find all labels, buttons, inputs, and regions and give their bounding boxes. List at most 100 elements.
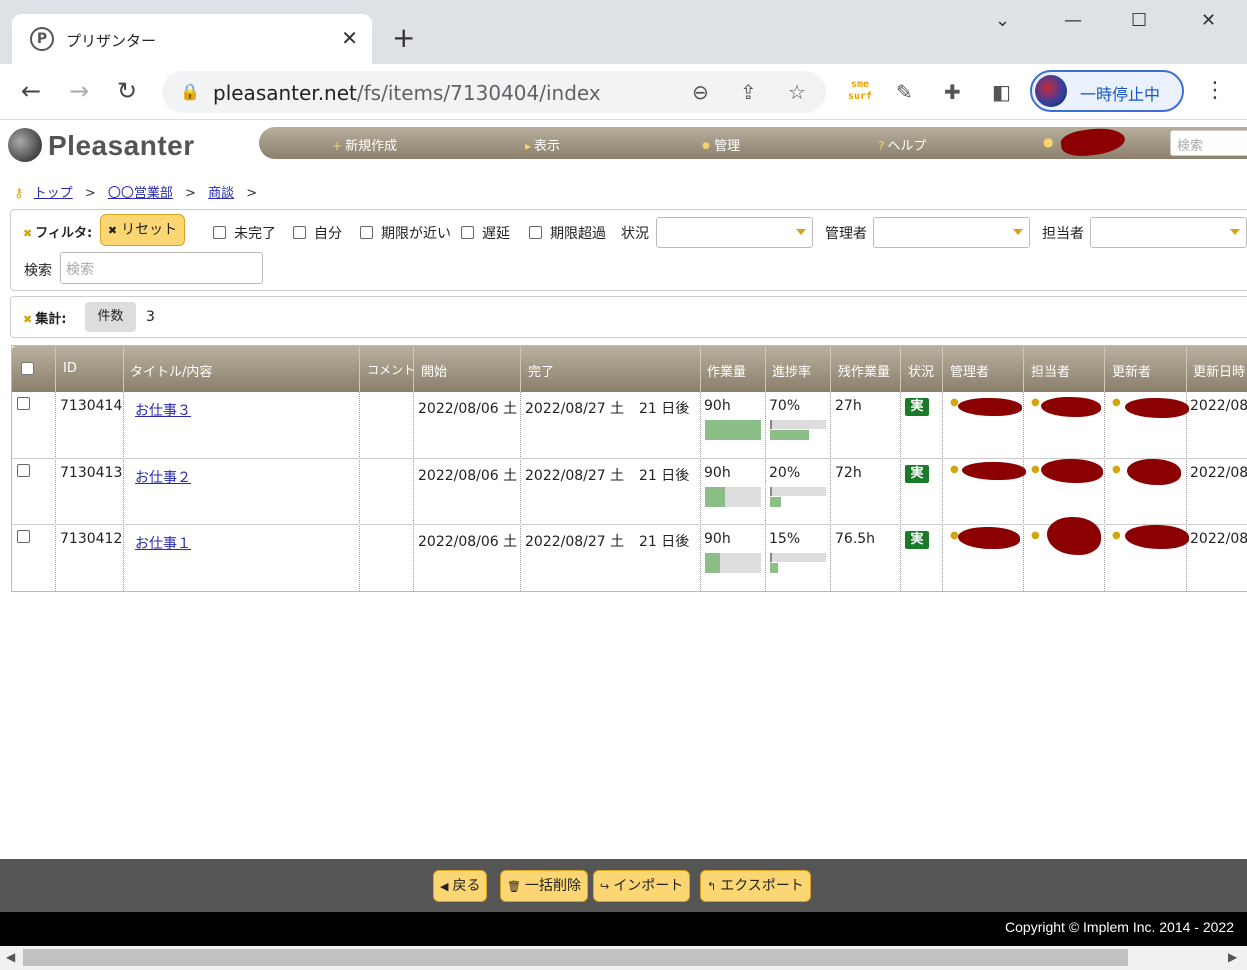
trash-icon: 🗑 bbox=[507, 880, 521, 893]
select-all-checkbox[interactable] bbox=[21, 362, 34, 375]
redacted-updater bbox=[1127, 459, 1181, 485]
status-select[interactable] bbox=[656, 217, 813, 248]
profile-button[interactable]: 一時停止中 bbox=[1030, 70, 1184, 112]
redacted-manager bbox=[958, 398, 1022, 416]
summary-label[interactable]: ✖ 集計: bbox=[23, 308, 66, 327]
back-arrow-icon[interactable]: ← bbox=[21, 78, 41, 104]
row-title[interactable]: お仕事３ bbox=[135, 400, 191, 420]
bulk-delete-label: 一括削除 bbox=[524, 878, 581, 894]
col-status[interactable]: 状況 bbox=[908, 361, 934, 380]
user-menu[interactable]: ● bbox=[1043, 135, 1056, 150]
plus-icon: + bbox=[332, 139, 343, 153]
notes-extension-icon[interactable]: ✎ bbox=[896, 80, 913, 104]
side-panel-icon[interactable]: ◧ bbox=[992, 80, 1011, 104]
filter-label[interactable]: ✖ フィルタ: bbox=[23, 222, 92, 241]
close-window-button[interactable]: ✕ bbox=[1201, 10, 1216, 31]
browser-tab[interactable]: P プリザンター ✕ bbox=[12, 14, 372, 64]
filter-near-deadline-label: 期限が近い bbox=[381, 226, 451, 242]
row-title-link[interactable]: お仕事２ bbox=[135, 470, 191, 486]
export-button[interactable]: ↰ エクスポート bbox=[700, 870, 811, 902]
reload-icon[interactable]: ↻ bbox=[117, 78, 137, 104]
col-remaining[interactable]: 残作業量 bbox=[838, 361, 890, 380]
bulk-delete-button[interactable]: 🗑 一括削除 bbox=[500, 870, 588, 902]
reset-x-icon: ✖ bbox=[107, 224, 118, 237]
checkbox[interactable] bbox=[360, 226, 373, 239]
url-omnibox[interactable]: 🔒 pleasanter.net/fs/items/7130404/index … bbox=[162, 71, 826, 113]
row-checkbox[interactable] bbox=[17, 530, 30, 543]
checkbox[interactable] bbox=[529, 226, 542, 239]
browser-menu-icon[interactable]: ⋮ bbox=[1204, 78, 1226, 103]
row-title[interactable]: お仕事１ bbox=[135, 533, 191, 553]
col-end[interactable]: 完了 bbox=[528, 361, 554, 380]
filter-overdue[interactable]: 期限超過 bbox=[529, 223, 606, 243]
header-divider bbox=[942, 346, 943, 392]
tab-search-chevron-icon[interactable]: ⌄ bbox=[995, 10, 1010, 31]
header-search-input[interactable]: 検索 bbox=[1170, 130, 1247, 156]
checkbox[interactable] bbox=[293, 226, 306, 239]
new-tab-button[interactable]: + bbox=[392, 22, 415, 54]
tab-close-icon[interactable]: ✕ bbox=[341, 26, 358, 50]
col-title[interactable]: タイトル/内容 bbox=[130, 361, 212, 380]
row-checkbox[interactable] bbox=[17, 397, 30, 410]
extensions-puzzle-icon[interactable]: ✚ bbox=[944, 80, 961, 104]
owner-select[interactable] bbox=[1090, 217, 1247, 248]
forward-arrow-icon[interactable]: → bbox=[69, 78, 89, 104]
table-row[interactable]: 7130413 お仕事２ 2022/08/06 土 2022/08/27 土 2… bbox=[12, 458, 1247, 524]
bookmark-star-icon[interactable]: ☆ bbox=[788, 80, 806, 104]
table-row[interactable]: 7130412 お仕事１ 2022/08/06 土 2022/08/27 土 2… bbox=[12, 517, 1247, 590]
menu-help[interactable]: ? ヘルプ bbox=[878, 135, 926, 154]
checkbox[interactable] bbox=[461, 226, 474, 239]
back-button[interactable]: ◀ 戻る bbox=[433, 870, 488, 902]
filter-mine[interactable]: 自分 bbox=[293, 223, 342, 243]
row-checkbox[interactable] bbox=[17, 464, 30, 477]
col-progress[interactable]: 進捗率 bbox=[772, 361, 811, 380]
menu-view[interactable]: ▸ 表示 bbox=[525, 135, 560, 154]
col-owner[interactable]: 担当者 bbox=[1031, 361, 1070, 380]
col-id[interactable]: ID bbox=[63, 361, 77, 376]
user-icon: ● bbox=[1031, 464, 1040, 475]
filter-delayed[interactable]: 遅延 bbox=[461, 223, 510, 243]
filter-overdue-label: 期限超過 bbox=[550, 226, 606, 242]
row-start: 2022/08/06 土 bbox=[418, 401, 518, 417]
row-title-link[interactable]: お仕事３ bbox=[135, 403, 191, 419]
col-updated-at[interactable]: 更新日時 bbox=[1193, 361, 1245, 380]
sme-surf-extension-icon[interactable]: sme surf bbox=[846, 79, 874, 105]
triangle-right-icon: ▸ bbox=[525, 139, 532, 153]
scroll-left-icon[interactable]: ◀ bbox=[6, 950, 15, 964]
filter-search-input[interactable]: 検索 bbox=[60, 252, 263, 284]
row-updated: 2022/08 bbox=[1190, 465, 1247, 481]
header-divider bbox=[700, 346, 701, 392]
import-button[interactable]: ↪ インポート bbox=[593, 870, 691, 902]
share-icon[interactable]: ⇪ bbox=[740, 80, 757, 104]
col-updater[interactable]: 更新者 bbox=[1112, 361, 1151, 380]
count-pill[interactable]: 件数 bbox=[85, 302, 136, 332]
breadcrumb-sales-dept[interactable]: 〇〇営業部 bbox=[108, 186, 173, 201]
minimize-button[interactable]: — bbox=[1064, 10, 1082, 31]
col-comment[interactable]: コメント bbox=[367, 361, 415, 378]
row-progress: 70% bbox=[769, 398, 801, 414]
scroll-right-icon[interactable]: ▶ bbox=[1228, 950, 1237, 964]
col-manager[interactable]: 管理者 bbox=[950, 361, 989, 380]
zoom-out-icon[interactable]: ⊖ bbox=[692, 80, 709, 104]
maximize-button[interactable]: ☐ bbox=[1131, 10, 1147, 31]
row-title[interactable]: お仕事２ bbox=[135, 467, 191, 487]
menu-new-item[interactable]: + 新規作成 bbox=[332, 135, 397, 154]
reset-button[interactable]: ✖ リセット bbox=[100, 214, 185, 246]
menu-help-label: ヘルプ bbox=[887, 139, 927, 154]
col-workload[interactable]: 作業量 bbox=[707, 361, 746, 380]
filter-near-deadline[interactable]: 期限が近い bbox=[360, 223, 451, 243]
checkbox[interactable] bbox=[213, 226, 226, 239]
main-menu-bar: + 新規作成 ▸ 表示 ✹ 管理 ? ヘルプ ● 検索 bbox=[259, 124, 1247, 160]
breadcrumb-top[interactable]: トップ bbox=[34, 186, 73, 201]
url-text[interactable]: pleasanter.net/fs/items/7130404/index bbox=[213, 81, 601, 105]
filter-incomplete[interactable]: 未完了 bbox=[213, 223, 276, 243]
scrollbar-thumb[interactable] bbox=[23, 949, 1128, 966]
col-start[interactable]: 開始 bbox=[421, 361, 447, 380]
breadcrumb-deals[interactable]: 商談 bbox=[208, 186, 234, 201]
row-end: 2022/08/27 土 bbox=[525, 468, 625, 484]
horizontal-scrollbar[interactable]: ◀ ▶ bbox=[0, 946, 1247, 970]
manager-select[interactable] bbox=[873, 217, 1030, 248]
row-title-link[interactable]: お仕事１ bbox=[135, 536, 191, 552]
table-row[interactable]: 7130414 お仕事３ 2022/08/06 土 2022/08/27 土 2… bbox=[12, 392, 1247, 458]
menu-manage[interactable]: ✹ 管理 bbox=[701, 135, 740, 154]
